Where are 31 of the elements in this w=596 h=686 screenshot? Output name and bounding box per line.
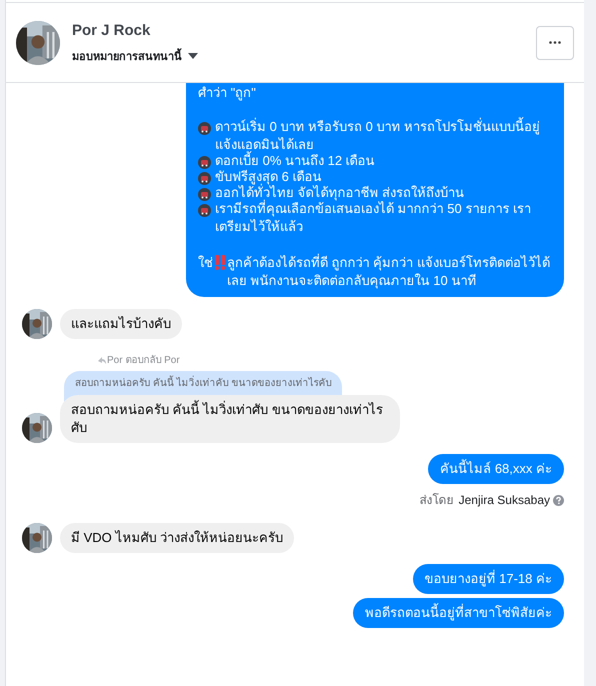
more-button[interactable]: [536, 26, 574, 60]
message-bubble: คันนี้ไมล์ 68,xxx ค่ะ: [428, 454, 564, 484]
caret-icon: [188, 53, 198, 60]
sender-name: Jenjira Suksabay: [458, 492, 550, 509]
exclamation-icon: [214, 255, 226, 270]
message-bubble: และแถมไรบ้างคับ: [60, 309, 182, 339]
message-text: ดาวน์เริ่ม 0 บาท หรือรับรถ 0 บาท หารถโปรโมชั่นแบบนี้อยู่ แจ้งแอดมินได้เลย: [215, 118, 542, 152]
message-bubble: ขอบยางอยู่ที่ 17-18 ค่ะ: [412, 564, 564, 594]
car-icon: [198, 172, 211, 185]
message-bubble: สอบถามหน่อครับ คันนี้ ไมวิ่งเท่าศับ ขนาดของยางเท่าไร ศับ: [60, 395, 400, 443]
reply-icon: [98, 357, 106, 364]
message-bubble: มี VDO ไหมศับ ว่างส่งให้หน่อยนะครับ: [60, 523, 294, 553]
car-icon: [198, 156, 211, 169]
car-icon: [198, 188, 211, 201]
message-text: ลูกค้าต้องได้รถที่ดี ถูกกว่า คุ้มกว่า แจ้งเบอร์โทรติดต่อไว้ได้เลย พนักงานจะติดต่อกลับคุณภายใน 10 นาที: [227, 254, 551, 290]
contact-name: Por J Rock: [72, 21, 152, 41]
assign-dropdown[interactable]: มอบหมายการสนทนานี้: [72, 48, 198, 65]
reply-label: Por ตอบกลับ Por: [107, 354, 180, 368]
message-text: ศำว่า "ถูก": [198, 84, 257, 102]
sent-by-label: ส่งโดย: [420, 492, 454, 509]
message-text: ใช่: [198, 254, 213, 272]
message-text: ขับฟรีสูงสุด 6 เดือน: [215, 168, 322, 184]
help-icon[interactable]: [553, 494, 564, 506]
more-icon: [549, 41, 561, 44]
scrollbar[interactable]: [584, 0, 596, 686]
message-text: ออกได้ทั่วไทย จัดได้ทุกอาชีพ ส่งรถให้ถึงบ้าน: [215, 184, 464, 200]
car-icon: [198, 122, 211, 135]
message-text: ดอกเบี้ย 0% นานถึง 12 เดือน: [215, 152, 375, 170]
message-bubble: พอดีรถตอนนี้อยู่ที่สาขาโซ่พิสัยค่ะ: [353, 598, 564, 628]
car-icon: [198, 204, 211, 217]
message-text: เรามีรถที่คุณเลือกข้อเสนอเองได้ มากกว่า 50 รายการ เราเตรียมไว้ให้แล้ว: [215, 200, 532, 236]
